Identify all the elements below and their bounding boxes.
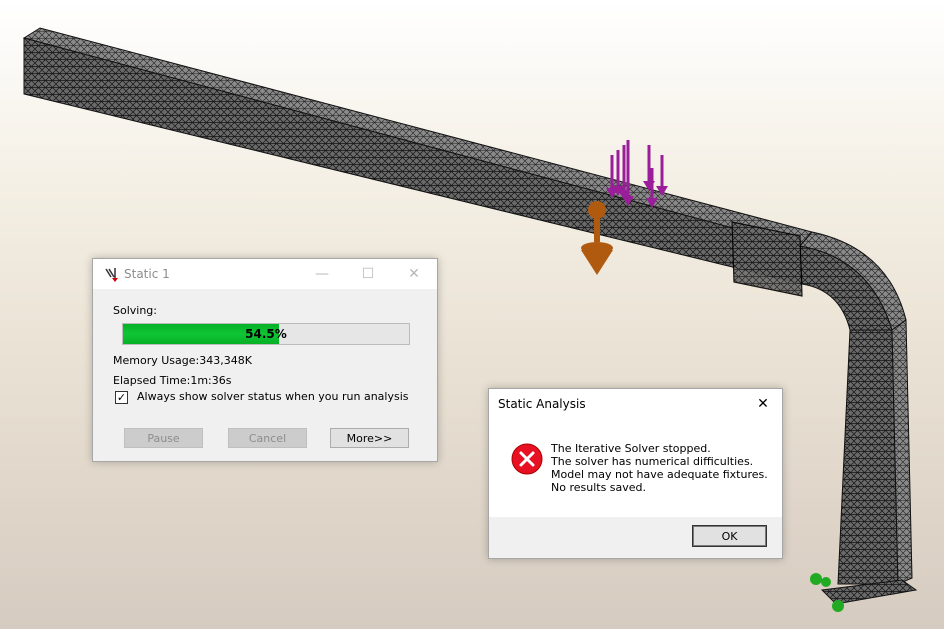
message-line: The Iterative Solver stopped. <box>551 442 711 455</box>
solver-titlebar: Static 1 — ☐ ✕ <box>93 259 437 289</box>
always-show-checkbox[interactable]: ✓ <box>115 391 128 404</box>
pause-button[interactable]: Pause <box>124 428 203 448</box>
memory-usage-value: 343,348K <box>199 354 252 367</box>
dialog-button-bar: OK <box>489 517 782 558</box>
ok-button[interactable]: OK <box>692 525 767 547</box>
always-show-label: Always show solver status when you run a… <box>137 390 409 403</box>
elapsed-time-value: 1m:36s <box>190 374 232 387</box>
minimize-button[interactable]: — <box>299 259 345 289</box>
static-analysis-dialog: Static Analysis ✕ The Iterative Solver s… <box>488 388 783 559</box>
solving-label: Solving: <box>113 304 157 317</box>
memory-usage-label: Memory Usage: <box>113 354 200 367</box>
message-line: The solver has numerical difficulties. <box>551 455 754 468</box>
message-line: No results saved. <box>551 481 647 494</box>
solver-progress-bar: 54.5% <box>122 323 410 345</box>
dialog-titlebar: Static Analysis ✕ <box>489 389 782 419</box>
maximize-button[interactable]: ☐ <box>345 259 391 289</box>
dialog-close-button[interactable]: ✕ <box>744 389 782 419</box>
solver-status-window: Static 1 — ☐ ✕ Solving: 54.5% Memory Usa… <box>92 258 438 462</box>
close-button[interactable]: ✕ <box>391 259 437 289</box>
message-line: Model may not have adequate fixtures. <box>551 468 768 481</box>
solver-window-title: Static 1 <box>124 267 170 281</box>
elapsed-time: Elapsed Time:1m:36s <box>113 374 232 387</box>
elapsed-time-label: Elapsed Time: <box>113 374 191 387</box>
error-icon <box>511 443 543 475</box>
memory-usage: Memory Usage:343,348K <box>113 354 252 367</box>
cancel-button[interactable]: Cancel <box>228 428 307 448</box>
solidworks-simulation-icon <box>105 268 118 282</box>
more-button[interactable]: More>> <box>330 428 409 448</box>
progress-percent: 54.5% <box>245 327 287 341</box>
dialog-title: Static Analysis <box>498 397 586 411</box>
dialog-message: The Iterative Solver stopped. The solver… <box>551 442 768 494</box>
